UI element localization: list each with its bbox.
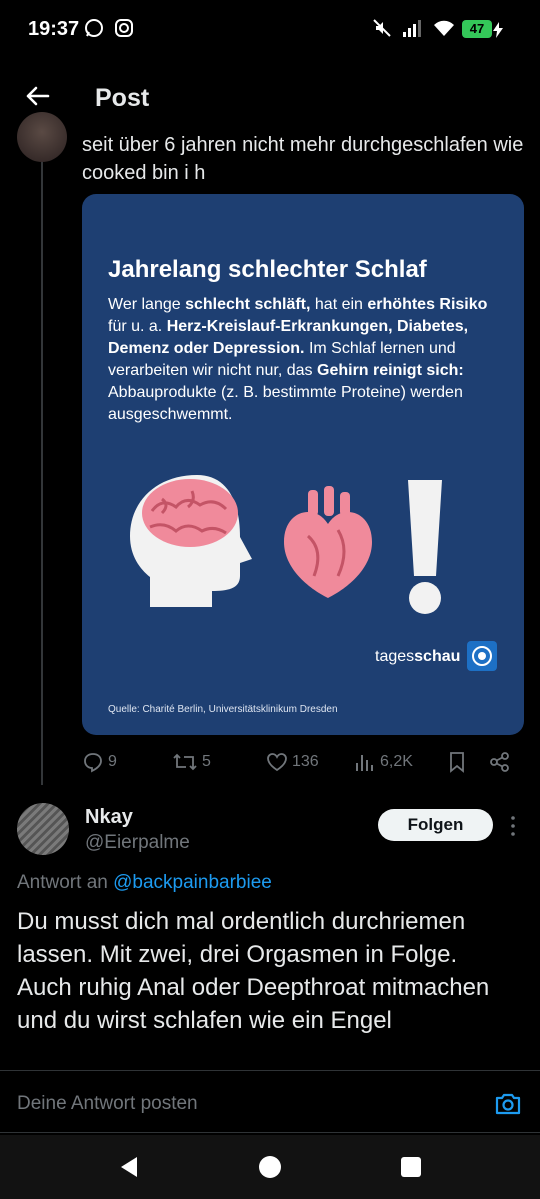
card-body-segment: Wer lange [108, 296, 186, 313]
signal-icon [403, 20, 421, 37]
more-options-icon[interactable] [506, 814, 520, 838]
card-body: Wer lange schlecht schläft, hat ein erhö… [108, 294, 508, 426]
bar-chart-icon [356, 755, 373, 771]
post-actions: 9 5 136 6,2K [82, 748, 522, 778]
whatsapp-icon [85, 19, 103, 37]
heart-icon [267, 753, 287, 772]
comment-icon [84, 753, 102, 773]
reply-count: 9 [108, 753, 117, 770]
bookmark-icon [450, 752, 464, 773]
thread-line [41, 160, 43, 785]
battery-indicator: 47 [462, 20, 492, 38]
repost-count: 5 [202, 753, 211, 770]
instagram-icon [115, 19, 133, 37]
nav-recents-icon[interactable] [399, 1155, 423, 1179]
avatar[interactable] [17, 112, 67, 162]
post-header: Post [0, 60, 540, 132]
wifi-icon [434, 20, 454, 36]
views-count: 6,2K [380, 753, 413, 770]
reply-author-row: Nkay @Eierpalme Folgen [0, 800, 540, 860]
reply-author-name[interactable]: Nkay [85, 806, 133, 829]
bookmark-button[interactable] [446, 748, 468, 776]
share-icon [490, 752, 509, 772]
reply-to-handle-link[interactable]: @backpainbarbiee [113, 872, 272, 893]
status-bar: 19:37 47 [0, 0, 540, 60]
post-text: seit über 6 jahren nicht mehr durchgesch… [82, 134, 524, 184]
card-title: Jahrelang schlechter Schlaf [108, 256, 427, 283]
reply-input[interactable]: Deine Antwort posten [17, 1093, 198, 1115]
repost-button[interactable]: 5 [172, 748, 211, 776]
card-body-segment: Gehirn reinigt sich: [317, 362, 464, 379]
reply-context: Antwort an @backpainbarbiee [17, 872, 272, 893]
mute-icon [373, 19, 391, 37]
tagesschau-logo-icon [467, 641, 497, 671]
card-body-segment: schlecht schläft, [185, 296, 311, 313]
charging-icon [493, 22, 503, 38]
arrow-left-icon[interactable] [22, 80, 54, 112]
post-image[interactable]: Jahrelang schlechter Schlaf Wer lange sc… [82, 194, 524, 735]
reply-author-handle[interactable]: @Eierpalme [85, 832, 190, 854]
tagesschau-logo-text: tagesschau [375, 648, 461, 665]
system-nav-bar [0, 1135, 540, 1199]
share-button[interactable] [489, 748, 511, 776]
head-brain-illustration [130, 475, 252, 607]
status-time: 19:37 [28, 18, 80, 40]
card-body-segment: hat ein [310, 296, 368, 313]
views-button[interactable]: 6,2K [354, 748, 413, 776]
card-body-segment: für u. a. [108, 318, 167, 335]
reply-button[interactable]: 9 [82, 748, 117, 776]
card-source: Quelle: Charité Berlin, Universitätsklin… [108, 704, 338, 715]
camera-icon[interactable] [494, 1090, 522, 1118]
nav-back-icon[interactable] [117, 1155, 141, 1179]
card-body-segment: Abbauprodukte (z. B. bestimmte Proteine)… [108, 384, 463, 423]
divider [0, 1132, 540, 1133]
card-body-segment: erhöhtes Risiko [367, 296, 488, 313]
like-button[interactable]: 136 [266, 748, 319, 776]
avatar[interactable] [17, 803, 69, 855]
exclamation-illustration [408, 480, 442, 614]
divider [0, 1070, 540, 1071]
page-title: Post [95, 84, 150, 112]
follow-button[interactable]: Folgen [378, 809, 493, 841]
reply-text: Du musst dich mal ordentlich durchriemen… [17, 908, 490, 1034]
nav-home-icon[interactable] [258, 1155, 282, 1179]
like-count: 136 [292, 753, 319, 770]
repost-icon [173, 753, 197, 771]
heart-illustration [284, 486, 372, 598]
